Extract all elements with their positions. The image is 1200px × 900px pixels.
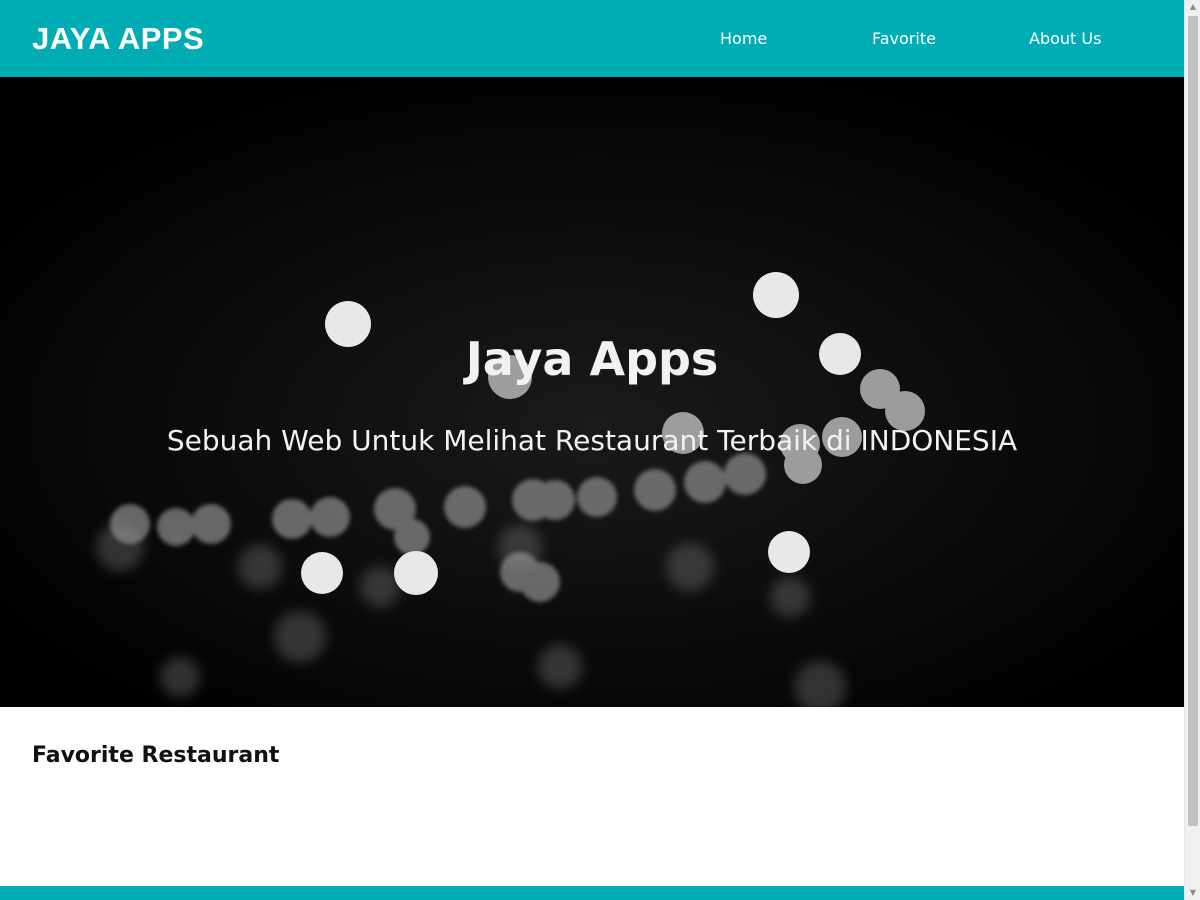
hero-tagline: Sebuah Web Untuk Melihat Restaurant Terb… bbox=[166, 424, 1018, 457]
page: JAYA APPS Home Favorite About Us Jaya Ap… bbox=[0, 0, 1184, 900]
bokeh-background-image bbox=[0, 77, 1184, 707]
footer-bar bbox=[0, 886, 1184, 900]
vertical-scrollbar[interactable]: ▲ ▼ bbox=[1184, 0, 1200, 900]
scroll-up-arrow-icon[interactable]: ▲ bbox=[1185, 0, 1200, 14]
hero-banner: Jaya Apps Sebuah Web Untuk Melihat Resta… bbox=[0, 77, 1184, 707]
nav-link-favorite[interactable]: Favorite bbox=[872, 27, 936, 51]
hero-title: Jaya Apps bbox=[465, 332, 719, 386]
main-nav: Home Favorite About Us bbox=[0, 27, 1184, 51]
scroll-down-arrow-icon[interactable]: ▼ bbox=[1185, 886, 1200, 900]
nav-link-home[interactable]: Home bbox=[720, 27, 767, 51]
favorite-section-title: Favorite Restaurant bbox=[32, 743, 280, 768]
scrollbar-thumb[interactable] bbox=[1188, 16, 1198, 826]
app-bar: JAYA APPS Home Favorite About Us bbox=[0, 0, 1184, 77]
nav-link-about-us[interactable]: About Us bbox=[1029, 27, 1101, 51]
